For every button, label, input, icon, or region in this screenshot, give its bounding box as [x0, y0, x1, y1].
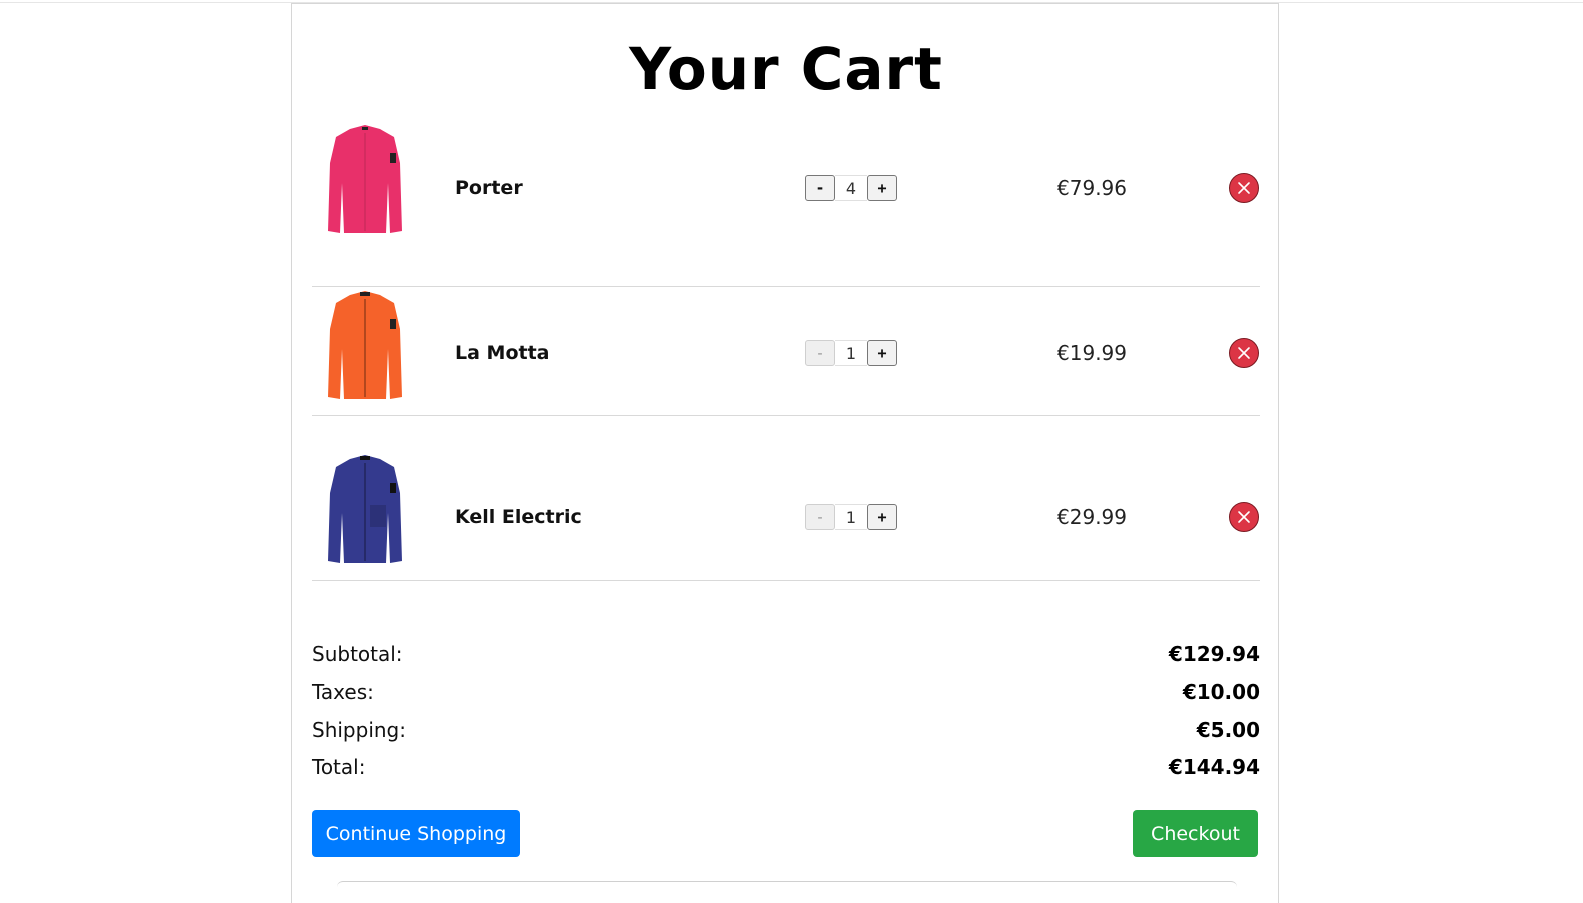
item-price: €79.96 [1057, 176, 1127, 200]
product-name: Porter [455, 177, 523, 199]
quantity-stepper: - 4 + [805, 174, 897, 202]
subtotal-line: Subtotal: €129.94 [312, 640, 1260, 668]
checkout-button[interactable]: Checkout [1133, 810, 1258, 857]
decrease-quantity-button[interactable]: - [805, 340, 835, 366]
decrease-quantity-button[interactable]: - [805, 504, 835, 530]
cart-item-row: La Motta - 1 + €19.99 [312, 251, 1260, 416]
close-icon [1238, 347, 1250, 359]
item-price: €19.99 [1057, 341, 1127, 365]
shipping-value: €5.00 [1196, 718, 1260, 742]
increase-quantity-button[interactable]: + [867, 340, 897, 366]
increase-quantity-button[interactable]: + [867, 504, 897, 530]
taxes-value: €10.00 [1182, 680, 1260, 704]
subtotal-label: Subtotal: [312, 642, 403, 666]
product-image [328, 125, 402, 233]
close-icon [1238, 511, 1250, 523]
cart-panel: Your Cart Porter - 4 + €79.96 La Motta -… [291, 3, 1279, 903]
total-label: Total: [312, 755, 366, 779]
taxes-line: Taxes: €10.00 [312, 678, 1260, 706]
close-icon [1238, 182, 1250, 194]
remove-item-button[interactable] [1229, 173, 1259, 203]
item-price: €29.99 [1057, 505, 1127, 529]
decrease-quantity-button[interactable]: - [805, 175, 835, 201]
quantity-value[interactable]: 1 [835, 340, 867, 366]
quantity-value[interactable]: 1 [835, 504, 867, 530]
page-title: Your Cart [629, 35, 943, 103]
quantity-stepper: - 1 + [805, 503, 897, 531]
product-name: Kell Electric [455, 506, 582, 528]
product-image [328, 291, 402, 399]
shipping-line: Shipping: €5.00 [312, 716, 1260, 744]
shipping-label: Shipping: [312, 718, 406, 742]
total-line: Total: €144.94 [312, 753, 1260, 781]
taxes-label: Taxes: [312, 680, 374, 704]
quantity-value[interactable]: 4 [835, 175, 867, 201]
product-image [328, 455, 402, 563]
product-name: La Motta [455, 342, 550, 364]
subtotal-value: €129.94 [1168, 642, 1260, 666]
continue-shopping-button[interactable]: Continue Shopping [312, 810, 520, 857]
increase-quantity-button[interactable]: + [867, 175, 897, 201]
footer-edge [337, 881, 1237, 890]
total-value: €144.94 [1168, 755, 1260, 779]
quantity-stepper: - 1 + [805, 339, 897, 367]
remove-item-button[interactable] [1229, 502, 1259, 532]
remove-item-button[interactable] [1229, 338, 1259, 368]
cart-item-row: Kell Electric - 1 + €29.99 [312, 416, 1260, 581]
